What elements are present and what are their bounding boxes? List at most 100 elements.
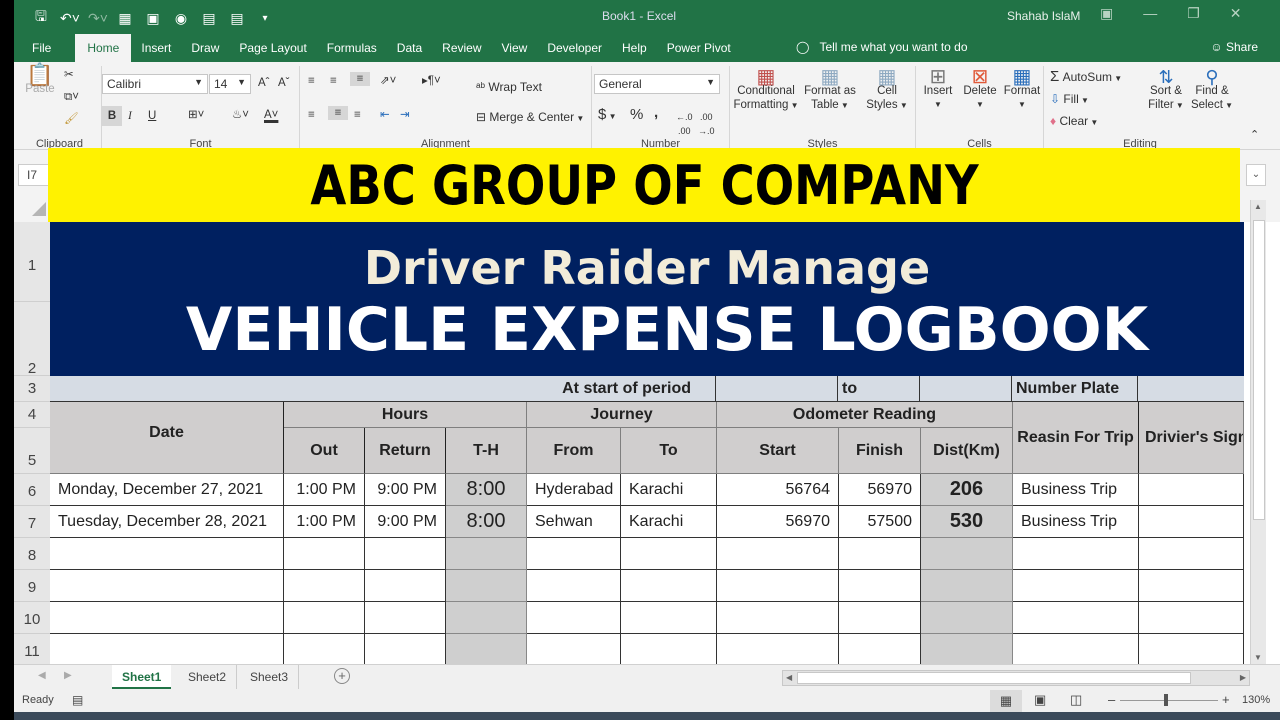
cell-finish[interactable]: 56970 [839,474,921,506]
cell-th[interactable]: 8:00 [446,474,527,506]
font-size-dropdown[interactable]: 14 ▼ [209,74,251,94]
cell-dist[interactable] [921,538,1013,570]
undo-icon[interactable]: ↶˅ [60,10,80,27]
paste-button[interactable]: 📋 Paste [22,64,58,96]
user-name[interactable]: Shahab IslaM [1007,9,1080,23]
cell-sign[interactable] [1139,634,1244,664]
row-header-2[interactable]: 2 [14,302,50,377]
cell-out[interactable]: 1:00 PM [284,506,365,538]
row-header-7[interactable]: 7 [14,506,50,538]
number-format-dropdown[interactable]: General ▼ [594,74,720,94]
clear-button[interactable]: ♦ Clear ▼ [1050,114,1098,130]
cell-return[interactable]: 9:00 PM [365,474,446,506]
cell-reason[interactable]: Business Trip [1013,474,1139,506]
increase-decimal-icon[interactable]: ←.0.00 [676,110,693,138]
scroll-right-icon[interactable]: ▶ [1240,671,1246,685]
header-return[interactable]: Return [365,428,446,474]
cell-dist[interactable] [921,634,1013,664]
scroll-down-icon[interactable]: ▼ [1254,653,1262,662]
cell-to[interactable] [621,570,717,602]
cell-dist[interactable] [921,570,1013,602]
tell-me-search[interactable]: ◯ Tell me what you want to do [796,40,968,54]
tab-page-layout[interactable]: Page Layout [229,34,316,62]
cell-to[interactable] [621,634,717,664]
align-left-icon[interactable]: ≡ [308,108,315,122]
decrease-decimal-icon[interactable]: .00 →.0 [698,110,715,138]
cell-out[interactable]: 1:00 PM [284,474,365,506]
calculator-icon[interactable]: ▤ [200,10,218,27]
header-hours[interactable]: Hours [284,402,527,428]
underline-button[interactable]: U [148,109,156,123]
fill-color-icon[interactable]: ♨˅ [232,108,249,122]
sort-filter-button[interactable]: ⇅ Sort & Filter ▼ [1144,68,1188,113]
zoom-slider-thumb[interactable] [1164,694,1168,706]
form-icon[interactable]: ▦ [116,10,134,27]
cell-return[interactable] [365,570,446,602]
cell-th[interactable] [446,602,527,634]
number-plate-value[interactable] [1138,376,1244,402]
currency-button[interactable]: $ ▼ [598,107,616,124]
cell-start[interactable] [717,634,839,664]
align-right-icon[interactable]: ≡ [354,108,361,122]
find-select-button[interactable]: ⚲ Find & Select ▼ [1190,68,1234,113]
wrap-text-button[interactable]: ᵃᵇ Wrap Text [476,80,542,94]
align-middle-icon[interactable]: ≡ [330,74,337,88]
save-icon[interactable]: 🖫 [32,6,50,30]
header-signature[interactable]: Drivier's Sign [1139,402,1244,474]
cell-return[interactable] [365,538,446,570]
header-finish[interactable]: Finish [839,428,921,474]
expand-formula-bar-icon[interactable]: ⌄ [1246,164,1266,186]
cell-date[interactable]: Monday, December 27, 2021 [50,474,284,506]
format-painter-icon[interactable]: 🖌 [64,112,79,126]
row-header-6[interactable]: 6 [14,474,50,506]
cell-date[interactable] [50,570,284,602]
align-center-icon[interactable]: ≡ [328,106,348,120]
decrease-indent-icon[interactable]: ⇤ [380,108,390,122]
header-distance[interactable]: Dist(Km) [921,428,1013,474]
period-label[interactable]: At start of period [50,376,716,402]
tab-draw[interactable]: Draw [181,34,229,62]
cell-dist[interactable]: 206 [921,474,1013,506]
camera-icon[interactable]: ◉ [172,10,190,27]
tab-power-pivot[interactable]: Power Pivot [657,34,741,62]
cell-reason[interactable] [1013,570,1139,602]
merge-center-button[interactable]: ⊟ Merge & Center ▼ [476,110,584,126]
horizontal-scroll-thumb[interactable] [797,672,1191,684]
sheet-tab-3[interactable]: Sheet3 [240,665,300,689]
cell-to[interactable] [621,602,717,634]
increase-indent-icon[interactable]: ⇥ [400,108,410,122]
cell-from[interactable] [527,602,621,634]
cell-start[interactable] [717,538,839,570]
cell-start[interactable]: 56970 [717,506,839,538]
comma-button[interactable]: , [654,105,658,120]
tab-insert[interactable]: Insert [131,34,181,62]
tab-review[interactable]: Review [432,34,491,62]
autosum-button[interactable]: Σ AutoSum ▼ [1050,69,1122,86]
copy-icon[interactable]: ⧉˅ [64,90,79,104]
macro-record-icon[interactable]: ▤ [72,693,83,707]
conditional-formatting-button[interactable]: ▦ Conditional Formatting ▼ [732,67,800,113]
scroll-up-icon[interactable]: ▲ [1254,202,1262,211]
header-journey[interactable]: Journey [527,402,717,428]
header-odometer[interactable]: Odometer Reading [717,402,1013,428]
tab-data[interactable]: Data [387,34,432,62]
page-layout-view-icon[interactable]: ▣ [1034,692,1046,708]
cell-from[interactable] [527,570,621,602]
table-icon[interactable]: ▤ [228,10,246,27]
delete-cells-button[interactable]: ⊠ Delete ▼ [960,67,1000,112]
zoom-slider[interactable] [1120,700,1218,701]
cut-icon[interactable]: ✂ [64,68,74,82]
period-start-cell[interactable] [716,376,838,402]
tab-file[interactable]: File [22,34,61,62]
company-banner[interactable]: ABC GROUP OF COMPANY [48,148,1240,222]
cell-from[interactable]: Hyderabad [527,474,621,506]
cell-to[interactable]: Karachi [621,506,717,538]
cell-finish[interactable] [839,538,921,570]
cell-th[interactable] [446,570,527,602]
header-reason[interactable]: Reasin For Trip [1013,402,1139,474]
orientation-icon[interactable]: ⇗˅ [380,74,396,88]
cell-date[interactable]: Tuesday, December 28, 2021 [50,506,284,538]
font-color-icon[interactable]: A˅ [264,108,278,122]
header-total-hours[interactable]: T-H [446,428,527,474]
cell-date[interactable] [50,634,284,664]
